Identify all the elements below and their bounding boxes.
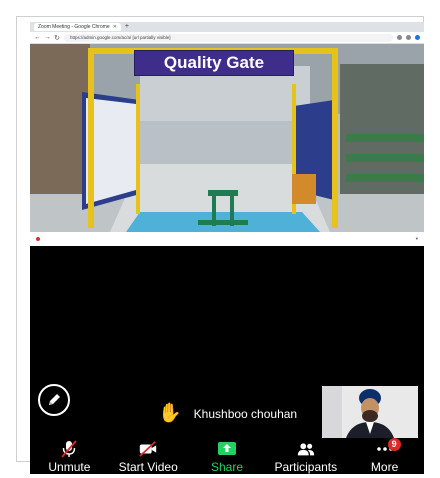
share-label: Share: [210, 460, 243, 474]
back-icon[interactable]: ←: [34, 34, 41, 41]
extension-icon[interactable]: [397, 35, 402, 40]
more-label: More: [370, 460, 399, 474]
more-button[interactable]: 9 More: [345, 438, 424, 474]
notification-badge: 9: [387, 438, 401, 451]
forward-icon[interactable]: →: [44, 34, 51, 41]
browser-tab[interactable]: Zoom Meeting - Google Chrome ✕: [34, 23, 121, 31]
self-view-video[interactable]: [322, 386, 418, 438]
raised-hand-participant-name: Khushboo chouhan: [193, 406, 298, 421]
new-tab-icon[interactable]: +: [125, 23, 129, 31]
muted-microphone-icon: [59, 440, 79, 458]
quality-gate-sign: Quality Gate: [134, 50, 294, 76]
browser-toolbar: ← → ↻ https://admin.google.com/ac/a/ [ur…: [30, 32, 424, 44]
participants-label: Participants: [274, 460, 338, 474]
share-button[interactable]: Share: [188, 438, 267, 474]
meeting-controls: Unmute Start Video Share Participants 9 …: [30, 438, 424, 474]
recording-icon: [36, 237, 43, 242]
start-video-button[interactable]: Start Video: [109, 438, 188, 474]
share-screen-icon: [217, 440, 237, 458]
participants-icon: [296, 440, 316, 458]
raised-hand-icon: ✋: [158, 403, 182, 424]
participants-button[interactable]: Participants: [266, 438, 345, 474]
annotate-button[interactable]: [38, 384, 70, 416]
extension-icon[interactable]: [406, 35, 411, 40]
unmute-label: Unmute: [48, 460, 91, 474]
pencil-icon: [49, 394, 60, 405]
start-video-label: Start Video: [118, 460, 178, 474]
meeting-window: Zoom Meeting - Google Chrome ✕ + ← → ↻ h…: [30, 22, 424, 474]
raised-hand-notice: ✋ Khushboo chouhan: [158, 404, 297, 423]
reload-icon[interactable]: ↻: [54, 34, 60, 42]
browser-tab-title: Zoom Meeting - Google Chrome: [38, 24, 110, 30]
meeting-status-strip: ▾: [30, 232, 424, 246]
browser-tab-bar: Zoom Meeting - Google Chrome ✕ +: [30, 22, 424, 32]
profile-icon[interactable]: [415, 35, 420, 40]
shared-screen-video: Quality Gate: [30, 44, 424, 232]
more-icon: 9: [375, 438, 401, 458]
unmute-button[interactable]: Unmute: [30, 438, 109, 474]
video-off-icon: [138, 440, 158, 458]
view-options-icon[interactable]: ▾: [416, 236, 418, 242]
participant-video: [322, 386, 418, 438]
close-icon[interactable]: ✕: [113, 23, 117, 31]
address-bar[interactable]: https://admin.google.com/ac/a/ [url part…: [64, 33, 393, 42]
